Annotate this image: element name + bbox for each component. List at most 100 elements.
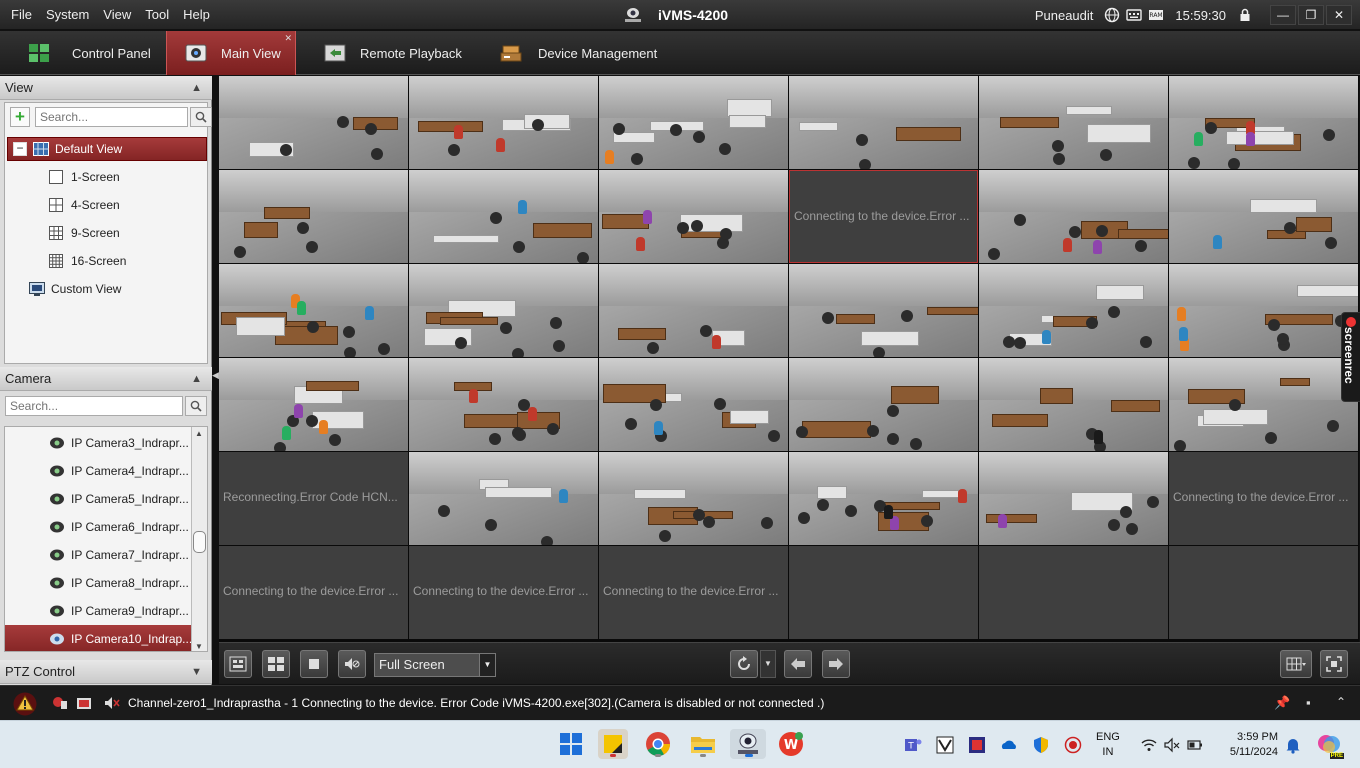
teams-icon[interactable]: T [904, 736, 922, 754]
fullscreen-button[interactable] [1320, 650, 1348, 678]
chevron-down-icon[interactable]: ▼ [191, 660, 202, 684]
camera-feed-tile[interactable] [599, 264, 788, 357]
windows-start-icon[interactable] [556, 729, 586, 759]
tree-4-screen[interactable]: 4-Screen [49, 193, 120, 217]
chrome-app[interactable] [643, 729, 673, 759]
window-division-button[interactable] [1280, 650, 1312, 678]
refresh-dropdown[interactable]: ▼ [760, 650, 776, 678]
wifi-icon[interactable] [1140, 736, 1158, 754]
connecting-error-tile[interactable]: Connecting to the device.Error ... [219, 546, 408, 639]
empty-tile[interactable] [979, 546, 1168, 639]
language-indicator[interactable]: ENG IN [1096, 730, 1120, 760]
camera-feed-tile[interactable] [599, 170, 788, 263]
camera-feed-tile[interactable] [789, 264, 978, 357]
alarm-warning-icon[interactable] [12, 692, 38, 716]
camera-feed-tile[interactable] [409, 264, 598, 357]
menu-help[interactable]: Help [176, 0, 217, 30]
camera-feed-tile[interactable] [219, 76, 408, 169]
tree-1-screen[interactable]: 1-Screen [49, 165, 120, 189]
lock-icon[interactable] [1237, 7, 1253, 23]
minimize-button[interactable]: — [1270, 5, 1296, 25]
connecting-error-tile[interactable]: Connecting to the device.Error ... [789, 170, 978, 263]
chevron-up-icon[interactable]: ▲ [191, 367, 202, 391]
connecting-error-tile[interactable]: Connecting to the device.Error ... [599, 546, 788, 639]
sound-off-icon[interactable] [104, 696, 120, 710]
camera-feed-tile[interactable] [219, 358, 408, 451]
reconnecting-tile[interactable]: Reconnecting.Error Code HCN... [219, 452, 408, 545]
tab-remote-playback[interactable]: Remote Playback [324, 31, 474, 75]
camera-search-input[interactable] [5, 396, 183, 416]
camera-feed-tile[interactable] [599, 76, 788, 169]
tab-main-view[interactable]: Main View ✕ [166, 31, 296, 75]
camera-feed-tile[interactable] [409, 452, 598, 545]
snapshot-event-icon[interactable] [76, 696, 92, 710]
file-explorer-app[interactable] [688, 729, 718, 759]
collapse-icon[interactable]: − [13, 142, 27, 156]
expand-up-icon[interactable]: ⌃ [1336, 695, 1346, 709]
camera-feed-tile[interactable] [409, 358, 598, 451]
record-icon[interactable] [1064, 736, 1082, 754]
layout-button[interactable] [262, 650, 290, 678]
chevron-up-icon[interactable]: ▲ [191, 76, 202, 100]
camera-feed-tile[interactable] [979, 170, 1168, 263]
scroll-thumb[interactable] [193, 531, 206, 553]
view-search-input[interactable] [35, 107, 188, 127]
camera-feed-tile[interactable] [1169, 264, 1358, 357]
camera-item-selected[interactable]: IP Camera10_Indrap... [5, 625, 192, 651]
camera-feed-tile[interactable] [599, 452, 788, 545]
camera-list-scrollbar[interactable]: ▲ ▼ [191, 427, 207, 651]
empty-tile[interactable] [1169, 546, 1358, 639]
tab-control-panel[interactable]: Control Panel [28, 31, 160, 75]
taskbar-clock[interactable]: 3:59 PM 5/11/2024 [1218, 730, 1278, 760]
screenrec-side-tab[interactable]: screenrec [1341, 312, 1360, 402]
camera-feed-tile[interactable] [219, 264, 408, 357]
battery-icon[interactable] [1186, 736, 1204, 754]
tree-default-view[interactable]: − Default View [7, 137, 207, 161]
tree-16-screen[interactable]: 16-Screen [49, 249, 126, 273]
user-name[interactable]: Puneaudit [1035, 8, 1094, 23]
camera-search-button[interactable] [185, 396, 207, 416]
menu-file[interactable]: File [4, 0, 39, 30]
camera-feed-tile[interactable] [979, 452, 1168, 545]
stop-all-button[interactable] [300, 650, 328, 678]
collapse-panel-icon[interactable]: ◀ [212, 370, 219, 381]
notification-bell-icon[interactable] [1284, 736, 1302, 754]
scroll-up-icon[interactable]: ▲ [195, 429, 203, 438]
close-button[interactable]: ✕ [1326, 5, 1352, 25]
volume-mute-icon[interactable] [1163, 736, 1181, 754]
empty-tile[interactable] [789, 546, 978, 639]
save-view-button[interactable] [224, 650, 252, 678]
tray-app-icon[interactable] [936, 736, 954, 754]
copilot-app[interactable]: PRE [1316, 732, 1344, 759]
camera-feed-tile[interactable] [1169, 76, 1358, 169]
view-search-button[interactable] [190, 107, 212, 127]
chevron-down-icon[interactable]: ▼ [479, 654, 495, 676]
tree-9-screen[interactable]: 9-Screen [49, 221, 120, 245]
onedrive-icon[interactable] [1000, 736, 1018, 754]
add-view-button[interactable]: + [10, 107, 30, 127]
globe-icon[interactable] [1104, 7, 1120, 23]
menu-view[interactable]: View [96, 0, 138, 30]
tray-app-icon[interactable] [968, 736, 986, 754]
pin-icon[interactable]: 📌 [1274, 695, 1290, 711]
menu-tool[interactable]: Tool [138, 0, 176, 30]
camera-item[interactable]: IP Camera3_Indrapr... [5, 429, 191, 457]
connecting-error-tile[interactable]: Connecting to the device.Error ... [1169, 452, 1358, 545]
wps-office-app[interactable]: W [776, 729, 806, 759]
view-section-header[interactable]: View ▲ [0, 76, 212, 100]
camera-item[interactable]: IP Camera8_Indrapr... [5, 569, 191, 597]
camera-feed-tile[interactable] [409, 170, 598, 263]
camera-item[interactable]: IP Camera9_Indrapr... [5, 597, 191, 625]
menu-system[interactable]: System [39, 0, 96, 30]
ptz-section-header[interactable]: PTZ Control ▼ [0, 660, 212, 684]
tab-close-icon[interactable]: ✕ [284, 33, 292, 44]
connecting-error-tile[interactable]: Connecting to the device.Error ... [409, 546, 598, 639]
camera-feed-tile[interactable] [1169, 358, 1358, 451]
camera-item[interactable]: IP Camera5_Indrapr... [5, 485, 191, 513]
defender-icon[interactable] [1032, 736, 1050, 754]
camera-feed-tile[interactable] [979, 76, 1168, 169]
alarm-event-icon[interactable] [52, 696, 68, 710]
previous-page-button[interactable] [784, 650, 812, 678]
refresh-button[interactable] [730, 650, 758, 678]
camera-feed-tile[interactable] [219, 170, 408, 263]
